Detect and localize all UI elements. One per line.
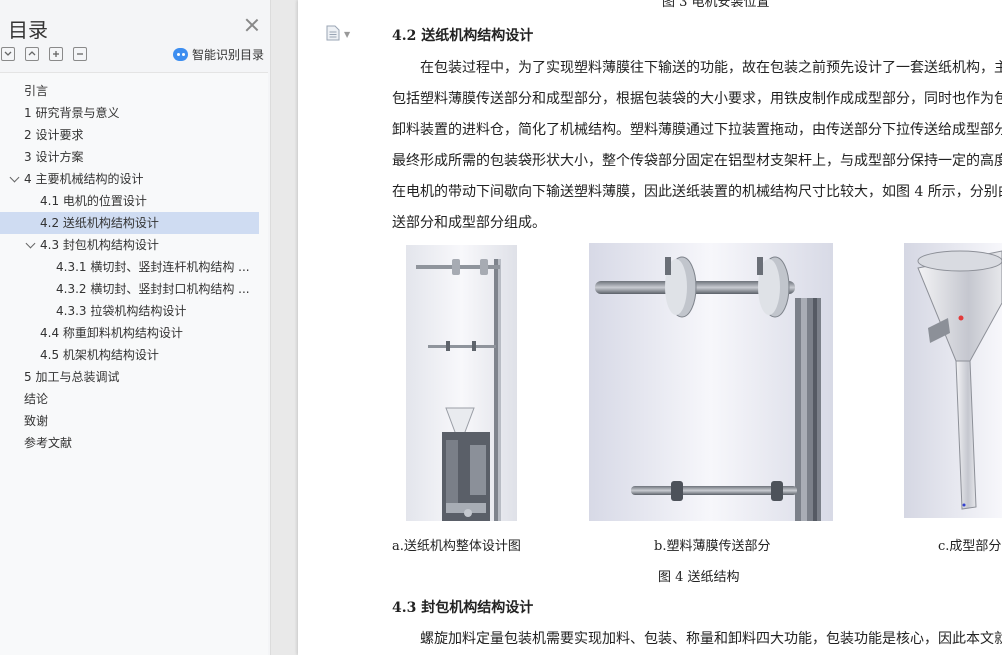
toc-item-label: 4 主要机械结构的设计 — [24, 172, 144, 186]
collapse-all-icon[interactable] — [1, 47, 15, 61]
toc-item-3[interactable]: 3 设计方案 — [0, 146, 259, 168]
robot-icon — [173, 48, 188, 61]
toc-item-4-3[interactable]: 4.3 封包机构结构设计 — [0, 234, 259, 256]
dropdown-caret-icon[interactable]: ▼ — [344, 30, 350, 39]
toc-item-label: 4.3 封包机构结构设计 — [40, 238, 159, 252]
remove-heading-icon[interactable] — [73, 47, 87, 61]
smart-toc-button[interactable]: 智能识别目录 — [173, 46, 264, 63]
section-heading-4-2: 4.2 送纸机构结构设计 — [392, 28, 534, 44]
paragraph-line: 送部分和成型部分组成。 — [392, 215, 546, 231]
toc-item-4-5[interactable]: 4.5 机架机构结构设计 — [0, 344, 259, 366]
toc-item-label: 1 研究背景与意义 — [24, 106, 120, 120]
toc-sidebar: 目录 智能识别目录 引言 1 研究背景与意义 2 设计要求 3 设计方案 4 主… — [0, 0, 271, 655]
section-heading-4-3: 4.3 封包机构结构设计 — [392, 600, 534, 616]
toc-item-label: 4.3.3 拉袋机构结构设计 — [56, 304, 187, 318]
paragraph-line: 卸料装置的进料仓，简化了机械结构。塑料薄膜通过下拉装置拖动，由传送部分下拉传送给… — [392, 122, 1002, 138]
toc-item-4-3-3[interactable]: 4.3.3 拉袋机构结构设计 — [0, 300, 259, 322]
toc-item-references[interactable]: 参考文献 — [0, 432, 259, 454]
figure-b-image — [589, 243, 833, 521]
paragraph-line: 在电机的带动下间歇向下输送塑料薄膜，因此送纸装置的机械结构尺寸比较大，如图 4 … — [392, 184, 1002, 200]
toc-item-label: 4.3.2 横切封、竖封封口机构结构 ... — [56, 282, 250, 296]
close-icon[interactable] — [244, 17, 260, 33]
top-cut-caption: 图 3 电机安装位置 — [662, 0, 770, 10]
toc-item-label: 3 设计方案 — [24, 150, 84, 164]
toc-item-label: 引言 — [24, 84, 49, 98]
chevron-down-icon[interactable] — [10, 174, 20, 184]
caption-c: c.成型部分 — [938, 539, 1002, 554]
toc-item-label: 结论 — [24, 392, 49, 406]
add-heading-icon[interactable] — [49, 47, 63, 61]
caption-b: b.塑料薄膜传送部分 — [654, 539, 771, 554]
toc-item-label: 4.2 送纸机构结构设计 — [40, 216, 159, 230]
toc-item-4-3-1[interactable]: 4.3.1 横切封、竖封连杆机构结构 ... — [0, 256, 259, 278]
toc-item-label: 4.3.1 横切封、竖封连杆机构结构 ... — [56, 260, 250, 274]
toc-item-4[interactable]: 4 主要机械结构的设计 — [0, 168, 259, 190]
toc-item-2[interactable]: 2 设计要求 — [0, 124, 259, 146]
paragraph-line: 在包装过程中，为了实现塑料薄膜往下输送的功能，故在包装之前预先设计了一套送纸机构… — [420, 60, 1002, 76]
toc-item-label: 4.5 机架机构结构设计 — [40, 348, 159, 362]
toc-item-5[interactable]: 5 加工与总装调试 — [0, 366, 259, 388]
toc-list: 引言 1 研究背景与意义 2 设计要求 3 设计方案 4 主要机械结构的设计 4… — [0, 72, 268, 655]
toc-item-label: 参考文献 — [24, 436, 73, 450]
toc-item-label: 2 设计要求 — [24, 128, 84, 142]
toc-item-4-1[interactable]: 4.1 电机的位置设计 — [0, 190, 259, 212]
paragraph-line: 包括塑料薄膜传送部分和成型部分，根据包装袋的大小要求，用铁皮制作成成型部分，同时… — [392, 91, 1002, 107]
document-icon[interactable] — [326, 25, 340, 41]
toc-item-intro[interactable]: 引言 — [0, 80, 259, 102]
toc-item-4-2[interactable]: 4.2 送纸机构结构设计 — [0, 212, 259, 234]
app-window: 目录 智能识别目录 引言 1 研究背景与意义 2 设计要求 3 设计方案 4 主… — [0, 0, 1002, 655]
chevron-down-icon[interactable] — [26, 240, 36, 250]
figure-a-image — [406, 245, 517, 521]
paragraph-line: 最终形成所需的包装袋形状大小，整个传袋部分固定在铝型材支架杆上，与成型部分保持一… — [392, 153, 1002, 169]
toc-item-4-3-2[interactable]: 4.3.2 横切封、竖封封口机构结构 ... — [0, 278, 259, 300]
toc-item-label: 4.1 电机的位置设计 — [40, 194, 147, 208]
toc-item-thanks[interactable]: 致谢 — [0, 410, 259, 432]
toc-item-label: 4.4 称重卸料机构结构设计 — [40, 326, 183, 340]
figure-caption: 图 4 送纸结构 — [658, 570, 740, 585]
sidebar-title: 目录 — [8, 18, 48, 42]
toc-item-label: 致谢 — [24, 414, 49, 428]
paragraph-line: 螺旋加料定量包装机需要实现加料、包装、称量和卸料四大功能，包装功能是核心，因此本… — [420, 631, 1002, 647]
expand-up-icon[interactable] — [25, 47, 39, 61]
smart-toc-label: 智能识别目录 — [192, 48, 265, 62]
toc-item-4-4[interactable]: 4.4 称重卸料机构结构设计 — [0, 322, 259, 344]
toc-item-conclusion[interactable]: 结论 — [0, 388, 259, 410]
toc-item-1[interactable]: 1 研究背景与意义 — [0, 102, 259, 124]
figure-c-image — [904, 243, 1002, 518]
caption-a: a.送纸机构整体设计图 — [392, 539, 521, 554]
toc-item-label: 5 加工与总装调试 — [24, 370, 120, 384]
